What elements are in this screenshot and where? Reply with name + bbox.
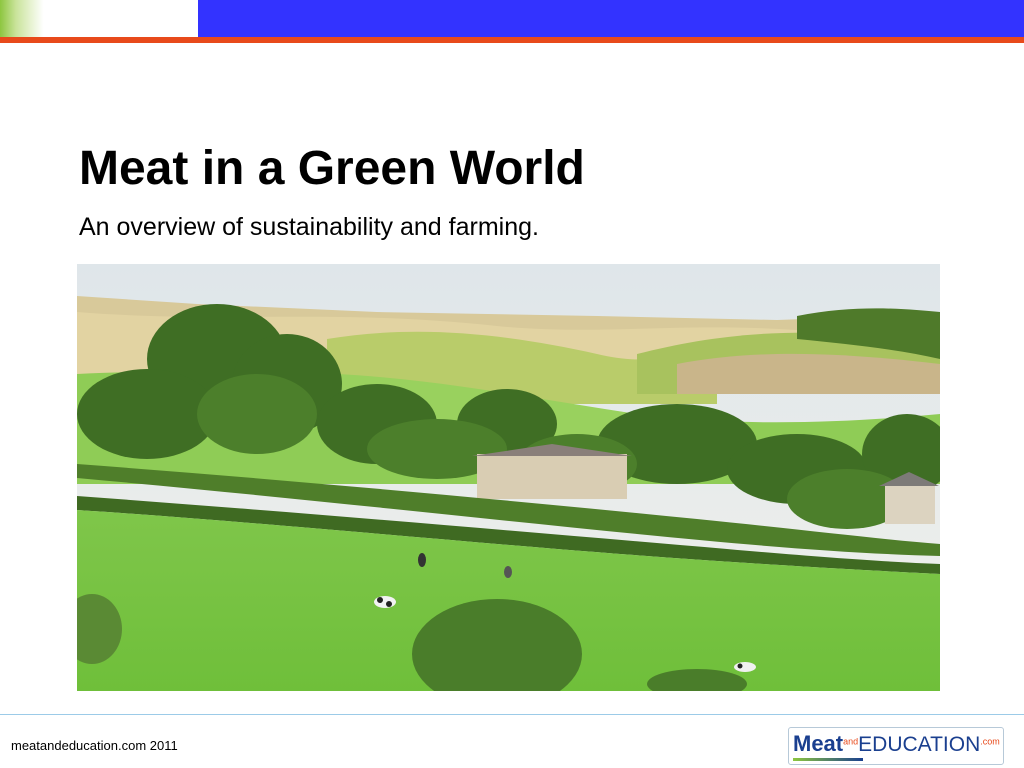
- logo-meat-text: Meat: [793, 731, 844, 756]
- header-blue-bar: [198, 0, 1024, 37]
- countryside-illustration: [77, 264, 940, 691]
- logo-com-text: .com: [980, 736, 1000, 747]
- logo-education-text: EDUCATION: [858, 733, 981, 756]
- header-red-stripe: [0, 37, 1024, 43]
- footer-credit: meatandeducation.com 2011: [11, 738, 178, 753]
- countryside-photo: [77, 264, 940, 691]
- logo-stripe: [793, 758, 863, 761]
- slide-title: Meat in a Green World: [79, 142, 585, 195]
- header-green-gradient: [0, 0, 198, 37]
- header-band: [0, 0, 1024, 44]
- footer-divider: [0, 714, 1024, 715]
- logo-and-text: and: [843, 736, 859, 747]
- meat-and-education-logo: MeatandEDUCATION.com: [788, 727, 1004, 765]
- slide-subtitle: An overview of sustainability and farmin…: [79, 213, 539, 241]
